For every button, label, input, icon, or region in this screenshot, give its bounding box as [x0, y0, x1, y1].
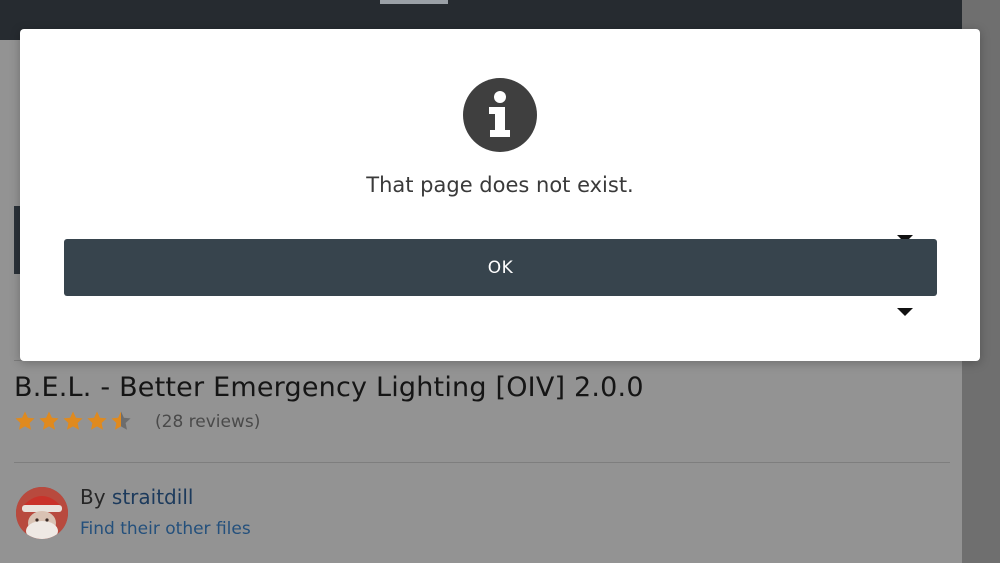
half-star-icon: [111, 411, 131, 430]
by-prefix: By: [80, 485, 106, 509]
other-files-link[interactable]: Find their other files: [80, 519, 251, 539]
star-icon: [15, 411, 35, 430]
alert-dialog: That page does not exist. OK: [20, 29, 980, 361]
review-count[interactable]: (28 reviews): [155, 412, 260, 432]
info-icon: [463, 78, 537, 152]
chevron-down-icon: [897, 308, 913, 316]
star-icon: [87, 411, 107, 430]
top-bar-tab-indicator: [380, 0, 448, 4]
dialog-message: That page does not exist.: [366, 173, 634, 197]
author-link[interactable]: straitdill: [112, 485, 194, 509]
file-title: B.E.L. - Better Emergency Lighting [OIV]…: [14, 372, 644, 403]
star-icon: [63, 411, 83, 430]
author-line: By straitdill: [80, 485, 193, 509]
avatar-image: [16, 487, 68, 539]
divider: [14, 462, 950, 463]
avatar[interactable]: [16, 487, 68, 539]
star-icon: [39, 411, 59, 430]
star-rating-icon: [15, 411, 131, 430]
ok-button[interactable]: OK: [64, 239, 937, 296]
rating-stars: [14, 409, 132, 435]
